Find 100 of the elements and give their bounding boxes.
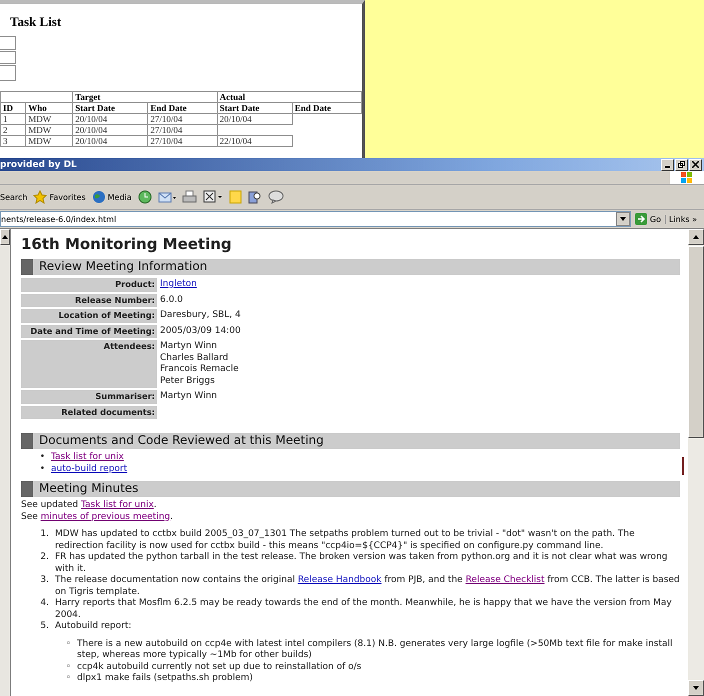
table-cell: 27/10/04 xyxy=(148,136,218,146)
history-button[interactable] xyxy=(138,190,152,204)
bullet: ◦ xyxy=(64,638,72,650)
table-cell: 2 xyxy=(0,124,26,136)
field-label: Date and Time of Meeting: xyxy=(21,324,157,338)
sticky-note-icon xyxy=(228,190,242,204)
field-label: Attendees: xyxy=(21,340,157,388)
link[interactable]: Ingleton xyxy=(160,279,197,290)
printer-icon xyxy=(182,190,197,204)
table-header: Actual xyxy=(217,92,362,102)
close-button[interactable] xyxy=(689,158,702,170)
field-label: Location of Meeting: xyxy=(21,309,157,322)
edit-button[interactable] xyxy=(202,190,223,204)
close-icon xyxy=(692,161,699,168)
go-button[interactable]: Go xyxy=(634,213,661,225)
bullet: ◦ xyxy=(64,673,72,684)
window-title: provided by DL xyxy=(0,160,77,170)
table-header: ID xyxy=(0,102,26,114)
table-header: Start Date xyxy=(72,102,148,114)
address-field[interactable]: nents/release-6.0/index.html xyxy=(0,211,631,227)
field-value: Daresbury, SBL, 4 xyxy=(160,310,241,322)
scroll-up-button[interactable] xyxy=(0,229,10,245)
link[interactable]: minutes of previous meeting xyxy=(40,512,170,522)
messenger-button[interactable] xyxy=(268,190,284,204)
list-item: FR has updated the python tarball in the test release. The broken version was taken from python.org and it is not clear what was wrong with it. xyxy=(55,552,668,575)
links-button[interactable]: Links » xyxy=(665,214,700,224)
input-field[interactable] xyxy=(0,51,16,64)
scroll-down-button[interactable] xyxy=(688,680,704,696)
link[interactable]: Task list for unix xyxy=(51,452,124,464)
star-icon xyxy=(33,190,48,204)
bullet: • xyxy=(38,452,46,464)
media-button[interactable]: Media xyxy=(92,190,132,204)
link[interactable]: Task list for unix xyxy=(80,500,154,510)
list-number: 2. xyxy=(39,552,50,564)
list-number: 4. xyxy=(39,598,50,610)
search-button[interactable]: Search xyxy=(0,192,28,202)
table-header: Target xyxy=(72,92,218,102)
scrollbar-thumb[interactable] xyxy=(688,246,704,438)
paragraph: See updated Task list for unix. xyxy=(21,500,158,512)
field-label: Related documents: xyxy=(21,406,157,419)
section-marker xyxy=(21,481,33,497)
favorites-button[interactable]: Favorites xyxy=(33,190,86,204)
dropdown-button[interactable] xyxy=(616,212,630,226)
table-cell: MDW xyxy=(26,114,73,124)
table-header: End Date xyxy=(292,102,362,114)
link[interactable]: Release Checklist xyxy=(466,575,545,585)
table-cell: 20/10/04 xyxy=(72,124,148,136)
table-cell: 20/10/04 xyxy=(72,136,148,146)
speech-bubble-icon xyxy=(268,190,284,204)
field-value: 2005/03/09 14:00 xyxy=(160,326,241,337)
restore-button[interactable] xyxy=(675,158,688,170)
document-icon xyxy=(202,190,223,204)
print-button[interactable] xyxy=(182,190,197,204)
list-item: Autobuild report: xyxy=(55,621,132,632)
table-cell: MDW xyxy=(26,136,73,146)
list-item: MDW has updated to cctbx build 2005_03_07_1301 The setpaths problem turned out to be trivial - "dot" wasn't on the path. The redirection facility is now used for cctbx build - this means "ccp4io=${CCP4}" is specified on configure.py command line. xyxy=(55,529,636,552)
up-arrow-icon xyxy=(2,235,8,239)
arrow-icon xyxy=(634,213,647,225)
table-cell: 27/10/04 xyxy=(148,124,218,136)
table-header: Start Date xyxy=(217,102,292,114)
magnifier-book-icon xyxy=(248,190,262,204)
scroll-up-button[interactable] xyxy=(688,229,704,245)
field-label: Product: xyxy=(21,278,157,292)
up-arrow-icon xyxy=(693,235,699,239)
table-cell: 3 xyxy=(0,136,26,146)
section-title: Documents and Code Reviewed at this Meeting xyxy=(39,435,324,447)
table-cell: 22/10/04 xyxy=(217,136,292,146)
field-value: Martyn Winn xyxy=(160,391,218,402)
restore-icon xyxy=(678,161,685,168)
globe-icon xyxy=(92,190,106,204)
table-header: Who xyxy=(26,102,73,114)
envelope-icon xyxy=(158,190,176,204)
link[interactable]: Release Handbook xyxy=(298,575,382,585)
page-heading: 16th Monitoring Meeting xyxy=(21,235,233,253)
list-number: 1. xyxy=(39,529,50,541)
input-field[interactable] xyxy=(0,36,16,50)
page-title: Task List xyxy=(10,14,62,29)
table-header: End Date xyxy=(148,102,218,114)
table-cell: MDW xyxy=(26,124,73,136)
field-value: Peter Briggs xyxy=(160,376,215,387)
link[interactable]: auto-build report xyxy=(51,464,128,475)
research-button[interactable] xyxy=(248,190,262,204)
input-field[interactable] xyxy=(0,65,16,81)
list-item: dlpx1 make fails (setpaths.sh problem) xyxy=(77,673,254,684)
mail-button[interactable] xyxy=(158,190,176,204)
field-value: Charles Ballard xyxy=(160,352,228,364)
list-item: The release documentation now contains the original Release Handbook from PJB, and the Release Checklist from CCB. The latter is based on Tigris template. xyxy=(55,575,680,598)
vertical-marker xyxy=(682,457,684,475)
caret-icon xyxy=(620,217,626,221)
table-cell: 20/10/04 xyxy=(72,114,148,124)
list-item: ccp4k autobuild currently not set up due to reinstallation of o/s xyxy=(77,662,362,673)
field-value: 6.0.0 xyxy=(160,294,183,306)
minimize-button[interactable] xyxy=(661,158,674,170)
table-cell: 1 xyxy=(0,114,26,124)
table-cell: 20/10/04 xyxy=(217,114,292,124)
field-value: Martyn Winn xyxy=(160,341,218,352)
list-item: Harry reports that Mosflm 6.2.5 may be ready towards the end of the month. Meanwhile, he is happy that we have the version from May 2004. xyxy=(55,598,673,621)
field-label: Summariser: xyxy=(21,390,157,404)
bullet: • xyxy=(38,464,46,475)
table-cell: 27/10/04 xyxy=(148,114,218,124)
